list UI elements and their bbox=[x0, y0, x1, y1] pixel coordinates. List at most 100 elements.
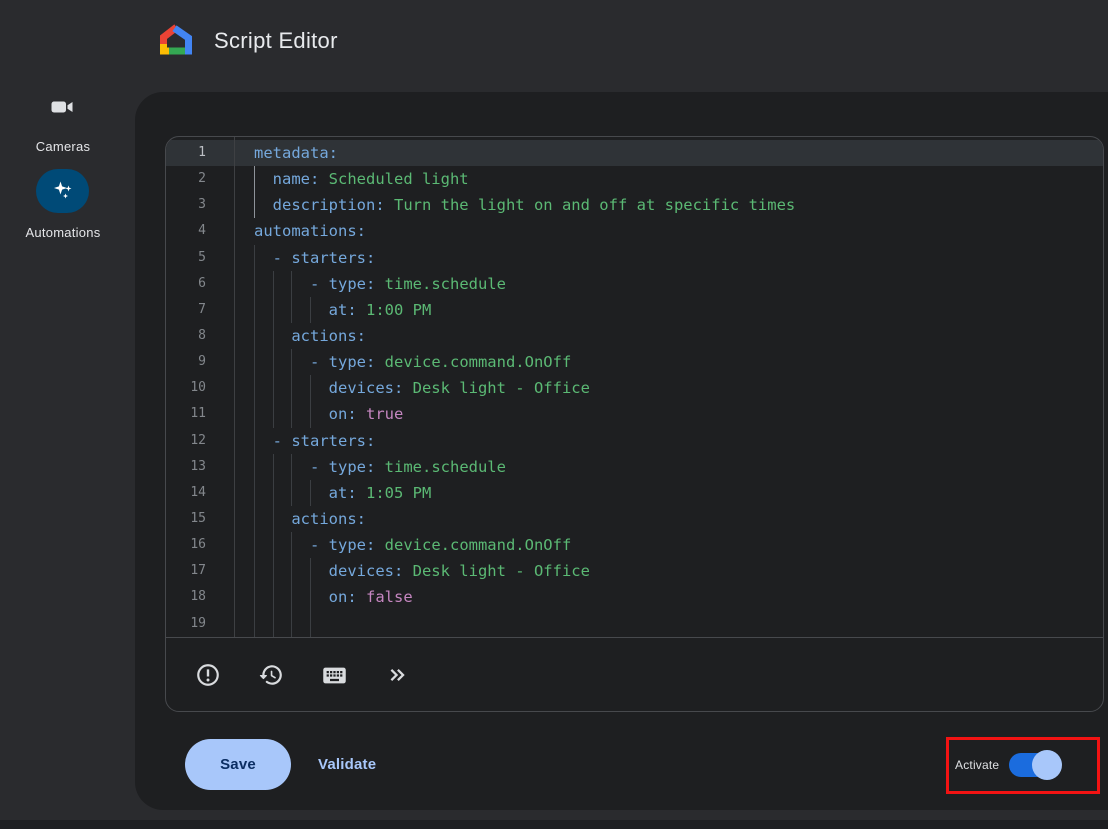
indent-guide bbox=[254, 401, 255, 427]
line-number: 9 bbox=[166, 349, 234, 375]
line-number: 7 bbox=[166, 297, 234, 323]
indent-guide bbox=[273, 480, 274, 506]
code-line-5[interactable]: 5 - starters: bbox=[166, 245, 1103, 271]
script-editor-window: Script Editor Cameras Automations 1metad… bbox=[0, 0, 1108, 829]
code-line-2[interactable]: 2 name: Scheduled light bbox=[166, 166, 1103, 192]
indent-guide bbox=[254, 611, 255, 637]
code-text[interactable]: actions: bbox=[234, 323, 1103, 349]
indent-guide bbox=[291, 532, 292, 558]
code-line-1[interactable]: 1metadata: bbox=[166, 140, 1103, 166]
code-line-9[interactable]: 9 - type: device.command.OnOff bbox=[166, 349, 1103, 375]
code-text[interactable]: - type: time.schedule bbox=[234, 271, 1103, 297]
gutter-divider bbox=[234, 137, 235, 637]
code-text[interactable]: - starters: bbox=[234, 245, 1103, 271]
code-line-16[interactable]: 16 - type: device.command.OnOff bbox=[166, 532, 1103, 558]
indent-guide bbox=[291, 584, 292, 610]
indent-guide bbox=[291, 558, 292, 584]
code-line-6[interactable]: 6 - type: time.schedule bbox=[166, 271, 1103, 297]
code-area[interactable]: 1metadata:2 name: Scheduled light3 descr… bbox=[166, 137, 1103, 637]
indent-guide bbox=[291, 297, 292, 323]
code-line-7[interactable]: 7 at: 1:00 PM bbox=[166, 297, 1103, 323]
code-text[interactable]: - starters: bbox=[234, 428, 1103, 454]
code-text[interactable] bbox=[234, 611, 1103, 637]
problems-icon[interactable] bbox=[188, 655, 228, 695]
code-line-4[interactable]: 4automations: bbox=[166, 218, 1103, 244]
line-number: 10 bbox=[166, 375, 234, 401]
code-text[interactable]: on: false bbox=[234, 584, 1103, 610]
line-number: 5 bbox=[166, 245, 234, 271]
bottom-strip bbox=[0, 820, 1108, 829]
code-text[interactable]: - type: device.command.OnOff bbox=[234, 349, 1103, 375]
code-text[interactable]: at: 1:05 PM bbox=[234, 480, 1103, 506]
double-chevron-icon[interactable] bbox=[377, 655, 417, 695]
code-text[interactable]: description: Turn the light on and off a… bbox=[234, 192, 1103, 218]
indent-guide bbox=[273, 532, 274, 558]
indent-guide bbox=[273, 271, 274, 297]
google-home-logo-icon bbox=[158, 24, 194, 60]
line-number: 14 bbox=[166, 480, 234, 506]
indent-guide bbox=[254, 532, 255, 558]
code-line-3[interactable]: 3 description: Turn the light on and off… bbox=[166, 192, 1103, 218]
code-line-8[interactable]: 8 actions: bbox=[166, 323, 1103, 349]
code-text[interactable]: devices: Desk light - Office bbox=[234, 375, 1103, 401]
line-number: 18 bbox=[166, 584, 234, 610]
line-number: 12 bbox=[166, 428, 234, 454]
indent-guide bbox=[273, 584, 274, 610]
sidebar-item-label: Automations bbox=[0, 225, 126, 240]
save-button[interactable]: Save bbox=[185, 739, 291, 790]
sparkle-icon bbox=[50, 178, 76, 204]
code-line-13[interactable]: 13 - type: time.schedule bbox=[166, 454, 1103, 480]
indent-guide bbox=[254, 271, 255, 297]
indent-guide bbox=[254, 297, 255, 323]
code-text[interactable]: metadata: bbox=[234, 140, 1103, 166]
code-lines: 1metadata:2 name: Scheduled light3 descr… bbox=[166, 140, 1103, 637]
code-text[interactable]: devices: Desk light - Office bbox=[234, 558, 1103, 584]
indent-guide bbox=[310, 480, 311, 506]
code-line-11[interactable]: 11 on: true bbox=[166, 401, 1103, 427]
indent-guide bbox=[254, 428, 255, 454]
code-line-17[interactable]: 17 devices: Desk light - Office bbox=[166, 558, 1103, 584]
indent-guide bbox=[254, 558, 255, 584]
line-number: 13 bbox=[166, 454, 234, 480]
activate-label: Activate bbox=[955, 758, 999, 772]
indent-guide bbox=[254, 375, 255, 401]
indent-guide bbox=[254, 349, 255, 375]
code-text[interactable]: at: 1:00 PM bbox=[234, 297, 1103, 323]
indent-guide bbox=[273, 401, 274, 427]
validate-button[interactable]: Validate bbox=[318, 756, 376, 773]
indent-guide bbox=[291, 454, 292, 480]
indent-guide bbox=[254, 506, 255, 532]
code-line-19[interactable]: 19 bbox=[166, 611, 1103, 637]
code-line-10[interactable]: 10 devices: Desk light - Office bbox=[166, 375, 1103, 401]
code-line-15[interactable]: 15 actions: bbox=[166, 506, 1103, 532]
script-code-editor[interactable]: 1metadata:2 name: Scheduled light3 descr… bbox=[165, 136, 1104, 712]
selected-pill[interactable] bbox=[36, 169, 89, 213]
indent-guide bbox=[273, 611, 274, 637]
history-icon[interactable] bbox=[251, 655, 291, 695]
indent-guide bbox=[291, 271, 292, 297]
keyboard-icon[interactable] bbox=[314, 655, 354, 695]
activate-toggle[interactable] bbox=[1009, 753, 1057, 777]
code-text[interactable]: automations: bbox=[234, 218, 1103, 244]
indent-guide bbox=[273, 297, 274, 323]
code-text[interactable]: - type: device.command.OnOff bbox=[234, 532, 1103, 558]
line-number: 1 bbox=[166, 140, 234, 166]
indent-guide bbox=[310, 611, 311, 637]
code-line-18[interactable]: 18 on: false bbox=[166, 584, 1103, 610]
code-text[interactable]: on: true bbox=[234, 401, 1103, 427]
page-title: Script Editor bbox=[214, 28, 338, 54]
indent-guide bbox=[273, 375, 274, 401]
editor-toolbar bbox=[166, 637, 1103, 712]
code-line-14[interactable]: 14 at: 1:05 PM bbox=[166, 480, 1103, 506]
code-text[interactable]: - type: time.schedule bbox=[234, 454, 1103, 480]
line-number: 16 bbox=[166, 532, 234, 558]
line-number: 2 bbox=[166, 166, 234, 192]
code-line-12[interactable]: 12 - starters: bbox=[166, 428, 1103, 454]
indent-guide bbox=[291, 349, 292, 375]
code-text[interactable]: actions: bbox=[234, 506, 1103, 532]
indent-guide bbox=[310, 375, 311, 401]
indent-guide bbox=[291, 480, 292, 506]
line-number: 11 bbox=[166, 401, 234, 427]
line-number: 17 bbox=[166, 558, 234, 584]
code-text[interactable]: name: Scheduled light bbox=[234, 166, 1103, 192]
